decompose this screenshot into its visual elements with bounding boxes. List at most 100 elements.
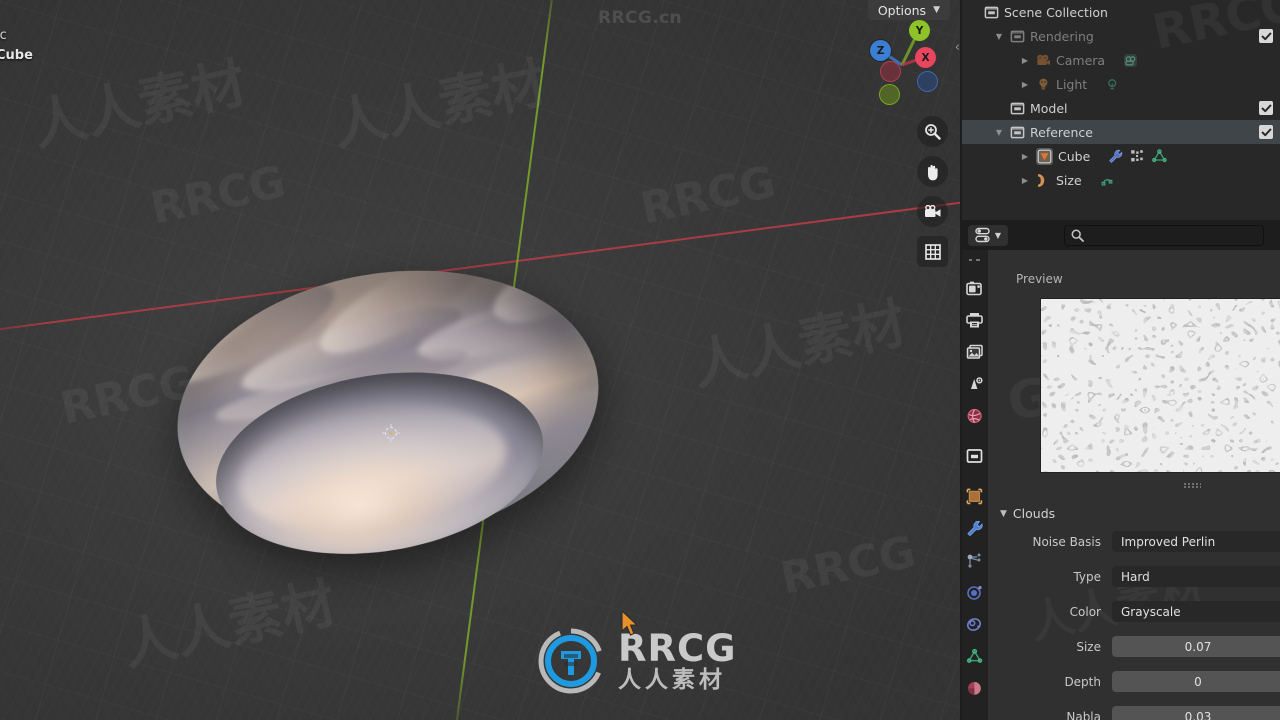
property-row-size[interactable]: Size 0.07 (988, 636, 1280, 657)
outliner-row-data-icons[interactable] (1123, 53, 1138, 68)
property-dropdown[interactable]: Grayscale (1112, 601, 1280, 622)
property-label: Depth (1064, 674, 1101, 689)
particles-tab[interactable] (965, 550, 985, 570)
outliner-row-label: Light (1056, 76, 1088, 92)
tool-tab[interactable] (965, 256, 985, 266)
properties-header[interactable]: ▼ (962, 220, 1280, 250)
collection-tab[interactable] (965, 446, 985, 466)
properties-editor[interactable]: ▼ G Preview ▼ Clouds Noise Basis Improve… (962, 220, 1280, 720)
data-tab[interactable] (965, 646, 985, 666)
curve-data-icon (1101, 178, 1113, 186)
world-globe-icon (967, 408, 982, 423)
disclosure-closed-icon[interactable]: ▶ (1018, 176, 1032, 185)
disclosure-closed-icon[interactable]: ▶ (1018, 152, 1032, 161)
watermark-text: RRCG (636, 156, 780, 235)
material-tab[interactable] (965, 678, 985, 698)
printer-icon (966, 312, 983, 327)
outliner-tree[interactable]: Scene Collection ▼ Rendering ▶ Camera ▶ Light M… (962, 0, 1280, 192)
outliner-row-scene-collection[interactable]: Scene Collection (962, 0, 1280, 24)
watermark-text: RRCG (776, 526, 920, 605)
clouds-fields[interactable]: Noise Basis Improved Perlin Type Hard Color G… (988, 531, 1280, 720)
viewport-options-button[interactable]: Options ▼ (867, 0, 950, 20)
property-row-type[interactable]: Type Hard (988, 566, 1280, 587)
modifier-tab[interactable] (965, 518, 985, 538)
particles-icon (1131, 149, 1144, 161)
property-label: Nabla (1066, 709, 1101, 720)
editor-type-dropdown[interactable]: ▼ (968, 224, 1008, 246)
sidebar-collapse-arrow-icon[interactable]: ‹ (955, 40, 960, 55)
property-label: Size (1076, 639, 1101, 654)
render-tab[interactable] (965, 278, 985, 298)
gizmo-axis-neg-z[interactable] (917, 71, 938, 92)
outliner-row-camera[interactable]: ▶ Camera (962, 48, 1280, 72)
property-dropdown[interactable]: Improved Perlin (1112, 531, 1280, 552)
gizmo-axis-z[interactable]: Z (870, 40, 891, 61)
outliner-row-checkbox[interactable] (1259, 101, 1273, 115)
outliner-row-model[interactable]: Model (962, 96, 1280, 120)
outliner-row-cube[interactable]: ▶ Cube (962, 144, 1280, 168)
clouds-panel[interactable]: ▼ Clouds Noise Basis Improved Perlin Type H… (988, 502, 1280, 720)
property-row-nabla[interactable]: Nabla 0.03 (988, 706, 1280, 720)
property-row-noise-basis[interactable]: Noise Basis Improved Perlin (988, 531, 1280, 552)
collection-icon (1010, 126, 1025, 138)
disclosure-closed-icon[interactable]: ▶ (1018, 56, 1032, 65)
wrench-icon (967, 520, 983, 536)
outliner-row-label: Scene Collection (1004, 4, 1108, 20)
outliner-row-data-icons[interactable] (1100, 173, 1115, 188)
gizmo-z-label: Z (876, 44, 885, 57)
hand-icon[interactable] (917, 156, 948, 187)
watermark-site-url: RRCG.cn (598, 8, 683, 28)
properties-tab-strip[interactable] (962, 250, 988, 720)
output-tab[interactable] (965, 310, 985, 330)
property-dropdown[interactable]: Hard (1112, 566, 1280, 587)
outliner-row-data-icons[interactable] (1108, 148, 1167, 164)
texture-preview[interactable] (1040, 298, 1280, 473)
light-data-icon (1108, 78, 1117, 89)
outliner-row-rendering[interactable]: ▼ Rendering (962, 24, 1280, 48)
zoom-icon[interactable] (917, 116, 948, 147)
3d-cursor-icon (382, 424, 400, 442)
property-slider[interactable]: 0.07 (1112, 636, 1280, 657)
outliner-row-size[interactable]: ▶ Size (962, 168, 1280, 192)
gizmo-axis-x[interactable]: X (915, 47, 936, 68)
properties-search-field[interactable] (1064, 224, 1264, 246)
property-slider[interactable]: 0.03 (1112, 706, 1280, 720)
blender-window: 人人素材 RRCG 人人素材 RRCG 人人素材 RRCG 人人素材 RRCG (0, 0, 1280, 720)
drag-grip-icon[interactable] (1183, 482, 1201, 488)
property-row-depth[interactable]: Depth 0 (988, 671, 1280, 692)
scene-tab[interactable] (965, 374, 985, 394)
collection-icon (1010, 102, 1025, 114)
clouds-panel-header[interactable]: ▼ Clouds (988, 502, 1280, 531)
physics-tab[interactable] (965, 582, 985, 602)
constraints-tab[interactable] (965, 614, 985, 634)
outliner-row-light[interactable]: ▶ Light (962, 72, 1280, 96)
gizmo-axis-neg-y[interactable] (879, 84, 900, 105)
constraint-clamp-icon (966, 617, 982, 631)
gizmo-axis-y[interactable]: Y (909, 20, 930, 41)
disclosure-closed-icon[interactable]: ▶ (1018, 80, 1032, 89)
world-tab[interactable] (965, 406, 985, 426)
outliner-row-checkbox[interactable] (1259, 125, 1273, 139)
properties-content[interactable]: G 人人素材 Preview (988, 250, 1280, 720)
gizmo-axis-neg-x[interactable] (880, 61, 901, 82)
grid-icon[interactable] (917, 236, 948, 267)
outliner-row-checkbox[interactable] (1259, 29, 1273, 43)
outliner-row-label: Reference (1030, 124, 1093, 140)
property-row-color[interactable]: Color Grayscale (988, 601, 1280, 622)
camera-icon[interactable] (917, 196, 948, 227)
outliner-row-label: Rendering (1030, 28, 1094, 44)
disclosure-open-icon[interactable]: ▼ (992, 32, 1006, 41)
outliner-row-reference[interactable]: ▼ Reference (962, 120, 1280, 144)
viewport-tool-buttons[interactable] (917, 116, 948, 267)
outliner-editor[interactable]: RRCG Scene Collection ▼ Rendering ▶ Camera ▶ L… (962, 0, 1280, 220)
outliner-row-data-icons[interactable] (1105, 77, 1120, 92)
view-layer-tab[interactable] (965, 342, 985, 362)
collection-icon (1010, 30, 1025, 42)
navigation-gizmo[interactable]: Z Y X (862, 20, 942, 105)
search-input[interactable] (1089, 228, 1257, 242)
3d-viewport[interactable]: 人人素材 RRCG 人人素材 RRCG 人人素材 RRCG 人人素材 RRCG (0, 0, 960, 720)
ring-3d-model[interactable] (147, 223, 633, 618)
disclosure-open-icon[interactable]: ▼ (992, 128, 1006, 137)
property-slider[interactable]: 0 (1112, 671, 1280, 692)
object-tab[interactable] (965, 486, 985, 506)
